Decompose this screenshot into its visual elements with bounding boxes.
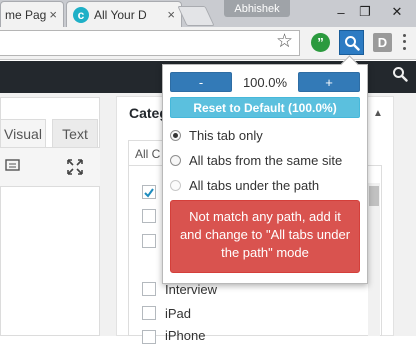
scrollbar-thumb[interactable] bbox=[369, 186, 379, 206]
category-label: Interview bbox=[165, 282, 218, 297]
profile-button[interactable]: Abhishek bbox=[224, 0, 290, 17]
radio-option-under-path[interactable]: All tabs under the path bbox=[170, 175, 319, 195]
fullscreen-icon[interactable] bbox=[66, 158, 84, 176]
path-warning-alert: Not match any path, add it and change to… bbox=[170, 200, 360, 273]
category-checkbox[interactable] bbox=[142, 185, 156, 199]
category-label: iPad bbox=[165, 306, 192, 321]
collapse-arrow-icon[interactable]: ▲ bbox=[373, 108, 383, 119]
chrome-menu-icon[interactable] bbox=[399, 32, 409, 52]
browser-tab-active[interactable]: c All Your D × bbox=[66, 1, 182, 27]
tab-title: me Pag bbox=[5, 7, 47, 22]
editor-toolbar bbox=[0, 147, 100, 187]
address-bar[interactable] bbox=[0, 30, 300, 56]
bookmark-star-icon[interactable]: ☆ bbox=[276, 30, 293, 53]
radio-button[interactable] bbox=[170, 154, 181, 166]
radio-button[interactable] bbox=[170, 179, 181, 191]
zoom-extension-icon[interactable] bbox=[339, 30, 364, 55]
category-checkbox[interactable] bbox=[142, 282, 156, 296]
media-icon[interactable] bbox=[5, 158, 21, 172]
close-window-icon[interactable]: ✕ bbox=[384, 0, 410, 24]
radio-label: All tabs under the path bbox=[189, 177, 320, 193]
radio-option-same-site[interactable]: All tabs from the same site bbox=[170, 150, 342, 170]
category-checkbox[interactable] bbox=[142, 234, 156, 248]
browser-tab[interactable]: me Pag × bbox=[0, 1, 64, 27]
evernote-extension-icon[interactable]: ” bbox=[311, 33, 330, 52]
category-checkbox[interactable] bbox=[142, 330, 156, 344]
radio-label: All tabs from the same site bbox=[189, 152, 343, 168]
zoom-in-button[interactable]: + bbox=[298, 72, 360, 92]
zoom-level: 100.0% bbox=[242, 74, 288, 90]
tab-text[interactable]: Text bbox=[52, 119, 98, 147]
radio-button[interactable] bbox=[170, 129, 181, 141]
zoom-out-button[interactable]: - bbox=[170, 72, 232, 92]
minimize-icon[interactable]: – bbox=[328, 0, 354, 24]
close-icon[interactable]: × bbox=[167, 7, 175, 22]
favicon-icon: c bbox=[73, 6, 89, 23]
checkmark-icon bbox=[144, 188, 154, 198]
tab-title: All Your D bbox=[94, 7, 147, 22]
close-icon[interactable]: × bbox=[49, 7, 57, 22]
category-checkbox[interactable] bbox=[142, 209, 156, 223]
category-checkbox[interactable] bbox=[142, 306, 156, 320]
radio-label: This tab only bbox=[189, 127, 263, 143]
tab-visual[interactable]: Visual bbox=[0, 119, 46, 147]
restore-icon[interactable]: ❐ bbox=[352, 0, 378, 24]
search-icon[interactable] bbox=[392, 66, 408, 87]
reset-zoom-button[interactable]: Reset to Default (100.0%) bbox=[170, 97, 360, 118]
radio-option-this-tab[interactable]: This tab only bbox=[170, 125, 263, 145]
d-extension-icon[interactable]: D bbox=[373, 33, 392, 52]
